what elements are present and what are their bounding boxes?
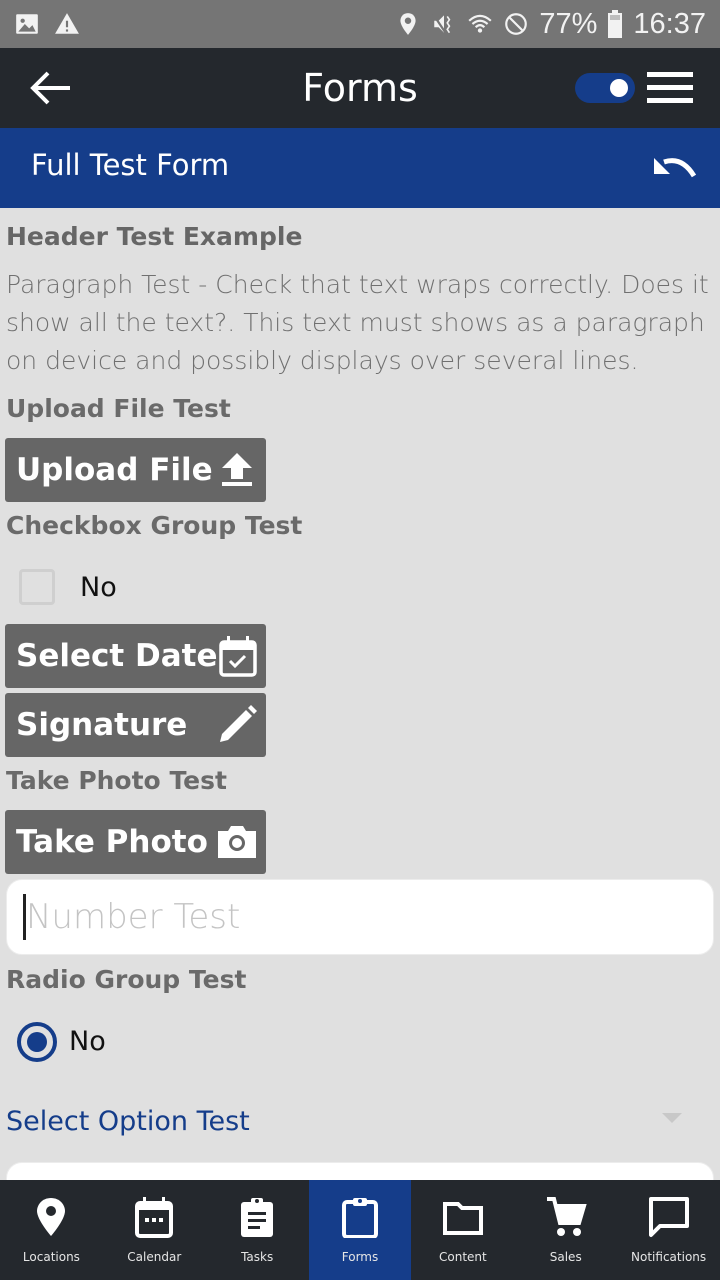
number-test-input[interactable]: Number Test [6, 879, 714, 955]
radio-no[interactable] [17, 1022, 57, 1062]
calendar-icon [135, 1197, 174, 1238]
do-not-disturb-icon [505, 13, 528, 35]
cart-icon [546, 1197, 587, 1236]
pencil-icon [220, 705, 257, 742]
location-pin-icon [37, 1198, 66, 1236]
vibrate-mute-icon [432, 13, 451, 35]
undo-icon[interactable] [652, 152, 696, 184]
radio-group-label: Radio Group Test [6, 965, 247, 994]
upload-label: Upload File Test [6, 394, 231, 423]
battery-icon [608, 10, 623, 38]
upload-icon [222, 453, 252, 486]
clipboard-icon [342, 1198, 378, 1238]
app-bar: Forms [0, 48, 720, 128]
take-photo-button[interactable]: Take Photo [5, 810, 266, 874]
chat-bubble-icon [648, 1197, 689, 1237]
clipboard-list-icon [241, 1198, 274, 1237]
radio-selected-dot [27, 1032, 47, 1052]
take-photo-label: Take Photo Test [6, 766, 227, 795]
nav-calendar[interactable]: Calendar [103, 1180, 206, 1280]
checkbox-option-label: No [80, 572, 117, 603]
folder-icon [442, 1202, 483, 1235]
upload-file-button[interactable]: Upload File [5, 438, 266, 502]
number-placeholder: Number Test [26, 897, 241, 937]
wifi-icon [468, 14, 492, 33]
image-icon [16, 14, 38, 34]
checkbox-group-label: Checkbox Group Test [6, 511, 303, 540]
nav-sales[interactable]: Sales [514, 1180, 617, 1280]
menu-icon[interactable] [647, 72, 693, 104]
camera-icon [218, 826, 256, 858]
select-date-button[interactable]: Select Date [5, 624, 266, 688]
form-paragraph: Paragraph Test - Check that text wraps c… [6, 270, 709, 375]
radio-option-label: No [69, 1026, 106, 1057]
nav-forms[interactable]: Forms [308, 1180, 412, 1280]
nav-content[interactable]: Content [411, 1180, 514, 1280]
mode-toggle[interactable] [575, 73, 635, 103]
form-header: Header Test Example [6, 222, 303, 251]
clock: 16:37 [633, 7, 706, 40]
select-option-label: Select Option Test [6, 1106, 250, 1137]
bottom-nav: Locations Calendar Tasks Forms Content S… [0, 1180, 720, 1280]
upload-file-label: Upload File [16, 452, 213, 488]
select-option-dropdown[interactable] [6, 1162, 714, 1180]
warning-icon [55, 13, 79, 34]
checkbox-no[interactable] [19, 569, 55, 605]
dropdown-arrow-icon[interactable] [662, 1113, 682, 1123]
calendar-check-icon [219, 636, 257, 677]
select-date-label: Select Date [16, 638, 218, 674]
nav-tasks[interactable]: Tasks [206, 1180, 309, 1280]
signature-label: Signature [16, 707, 188, 743]
form-content: Header Test Example Paragraph Test - Che… [0, 208, 720, 1180]
form-title-bar: Full Test Form [0, 128, 720, 208]
back-arrow-icon[interactable] [28, 70, 72, 106]
toggle-knob [610, 79, 628, 97]
location-icon [400, 13, 416, 35]
status-bar: 77% 16:37 [0, 0, 720, 48]
form-title: Full Test Form [31, 148, 230, 182]
take-photo-button-label: Take Photo [16, 824, 208, 860]
nav-locations[interactable]: Locations [0, 1180, 103, 1280]
battery-percent: 77% [539, 7, 598, 40]
signature-button[interactable]: Signature [5, 693, 266, 757]
nav-notifications[interactable]: Notifications [617, 1180, 720, 1280]
